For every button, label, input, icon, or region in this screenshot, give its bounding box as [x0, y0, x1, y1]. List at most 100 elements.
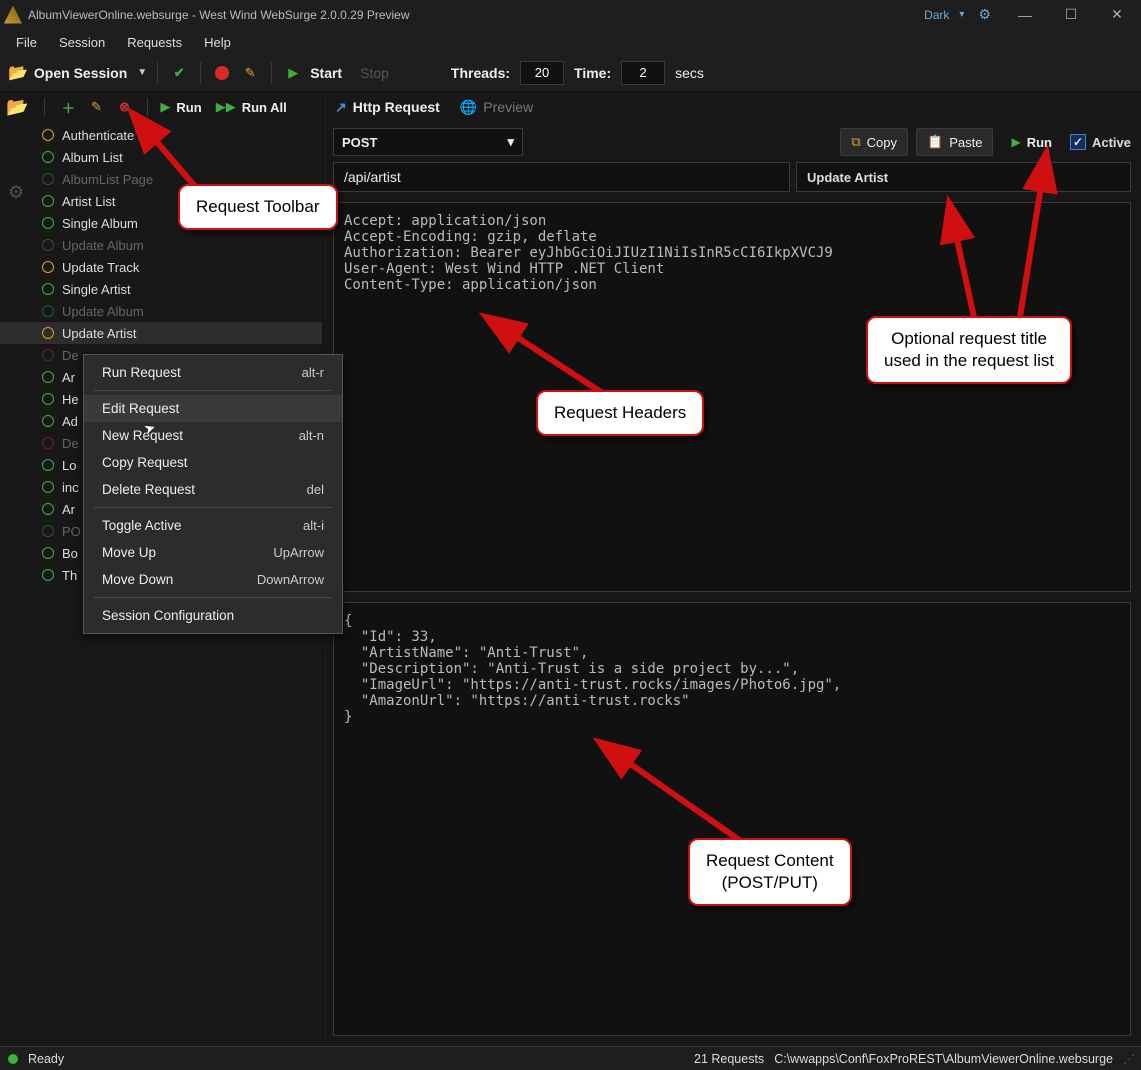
- menu-file[interactable]: File: [6, 33, 47, 52]
- context-menu-item[interactable]: Run Requestalt-r: [84, 359, 342, 386]
- sidebar-item-label: Ar: [62, 370, 75, 385]
- status-dot-icon: [42, 217, 54, 229]
- status-dot-icon: [42, 415, 54, 427]
- delete-request-icon[interactable]: ⊗: [113, 96, 135, 118]
- tab-http-request[interactable]: ↗ Http Request: [335, 99, 440, 116]
- sidebar-item-label: Single Artist: [62, 282, 131, 297]
- status-text: Ready: [28, 1052, 64, 1066]
- edit-request-icon[interactable]: ✎: [85, 96, 107, 118]
- annotation-arrow: [1010, 172, 1090, 325]
- sidebar-item-label: Update Artist: [62, 326, 136, 341]
- chevron-down-icon[interactable]: ▼: [137, 67, 147, 78]
- tab-preview[interactable]: 🌐 Preview: [460, 99, 533, 116]
- request-url-input[interactable]: /api/artist: [333, 162, 790, 192]
- menu-session[interactable]: Session: [49, 33, 115, 52]
- menu-item-label: Move Up: [102, 545, 156, 560]
- context-menu-item[interactable]: Session Configuration: [84, 602, 342, 629]
- maximize-button[interactable]: ☐: [1051, 6, 1091, 23]
- sidebar-item-label: Artist List: [62, 194, 115, 209]
- menu-item-shortcut: UpArrow: [273, 545, 324, 560]
- settings-gear-icon[interactable]: ⚙: [8, 182, 24, 203]
- theme-selector[interactable]: Dark: [924, 8, 949, 22]
- copy-icon: ⧉: [851, 134, 860, 150]
- callout-request-toolbar: Request Toolbar: [178, 184, 338, 230]
- folder-icon[interactable]: 📂: [6, 97, 28, 118]
- time-input[interactable]: [621, 61, 665, 85]
- paste-icon: 📋: [927, 134, 943, 150]
- button-label: Paste: [949, 135, 982, 150]
- active-checkbox[interactable]: ✓ Active: [1070, 134, 1131, 150]
- play-icon[interactable]: ▶: [282, 62, 304, 84]
- sidebar-item-label: Ar: [62, 502, 75, 517]
- threads-input[interactable]: [520, 61, 564, 85]
- titlebar: AlbumViewerOnline.websurge - West Wind W…: [0, 0, 1141, 30]
- run-request-button[interactable]: ▶ Run: [1001, 128, 1062, 156]
- menu-item-shortcut: del: [307, 482, 324, 497]
- check-icon[interactable]: ✔: [168, 62, 190, 84]
- status-dot-icon: [42, 503, 54, 515]
- status-dot-icon: [42, 371, 54, 383]
- menu-item-shortcut: alt-i: [303, 518, 324, 533]
- resize-grip-icon[interactable]: ⋰: [1123, 1052, 1133, 1066]
- play-icon: ▶: [1011, 135, 1020, 149]
- menu-item-label: Edit Request: [102, 401, 179, 416]
- checkbox-label: Active: [1092, 135, 1131, 150]
- method-value: POST: [342, 135, 377, 150]
- sidebar-item[interactable]: Update Artist: [0, 322, 322, 344]
- folder-open-icon[interactable]: 📂: [8, 63, 28, 83]
- sidebar-item-label: Bo: [62, 546, 78, 561]
- sidebar-item-label: Update Album: [62, 238, 144, 253]
- status-dot-icon: [42, 151, 54, 163]
- context-menu-item[interactable]: New Requestalt-n: [84, 422, 342, 449]
- status-dot-icon: [42, 525, 54, 537]
- run-button[interactable]: Run: [176, 100, 201, 115]
- sidebar-item-label: Ad: [62, 414, 78, 429]
- chevron-down-icon: ▾: [507, 134, 514, 150]
- context-menu-item[interactable]: Toggle Activealt-i: [84, 512, 342, 539]
- status-dot-icon: [42, 129, 54, 141]
- start-button[interactable]: Start: [310, 65, 342, 81]
- time-label: Time:: [574, 65, 611, 81]
- request-toolbar: 📂 ＋ ✎ ⊗ ▶ Run ▶▶ Run All: [0, 92, 322, 122]
- gear-icon[interactable]: ⚙: [978, 6, 991, 23]
- context-menu-item[interactable]: Move DownDownArrow: [84, 566, 342, 593]
- sidebar-item-label: Authenticate: [62, 128, 134, 143]
- run-all-icon[interactable]: ▶▶: [216, 99, 236, 115]
- context-menu-item[interactable]: Copy Request: [84, 449, 342, 476]
- edit-icon[interactable]: ✎: [239, 62, 261, 84]
- menu-item-shortcut: DownArrow: [257, 572, 324, 587]
- menu-help[interactable]: Help: [194, 33, 241, 52]
- add-request-icon[interactable]: ＋: [57, 96, 79, 118]
- minimize-button[interactable]: —: [1005, 7, 1045, 23]
- url-value: /api/artist: [344, 169, 401, 185]
- status-dot-icon: [42, 327, 54, 339]
- context-menu-item[interactable]: Move Up UpArrow: [84, 539, 342, 566]
- menu-requests[interactable]: Requests: [117, 33, 192, 52]
- status-dot-icon: [42, 547, 54, 559]
- sidebar-item-label: Update Track: [62, 260, 139, 275]
- status-dot-icon: [42, 393, 54, 405]
- open-session-button[interactable]: Open Session: [34, 65, 127, 81]
- play-icon[interactable]: ▶: [160, 99, 170, 115]
- http-method-select[interactable]: POST ▾: [333, 128, 523, 156]
- context-menu-item[interactable]: Delete Requestdel: [84, 476, 342, 503]
- callout-request-headers: Request Headers: [536, 390, 704, 436]
- context-menu-item[interactable]: Edit Request: [84, 395, 342, 422]
- paste-button[interactable]: 📋 Paste: [916, 128, 993, 156]
- sidebar-item-label: De: [62, 436, 79, 451]
- sidebar-item[interactable]: Update Track: [0, 256, 322, 278]
- status-dot-icon: [42, 569, 54, 581]
- globe-icon: 🌐: [460, 99, 477, 116]
- copy-button[interactable]: ⧉ Copy: [840, 128, 908, 156]
- status-dot-icon: [42, 195, 54, 207]
- run-all-button[interactable]: Run All: [242, 100, 287, 115]
- status-dot-icon: [42, 283, 54, 295]
- sidebar-item[interactable]: Update Album: [0, 300, 322, 322]
- record-icon[interactable]: [215, 66, 229, 80]
- close-button[interactable]: ✕: [1097, 6, 1137, 23]
- status-dot-icon: [42, 305, 54, 317]
- sidebar-item[interactable]: Update Album: [0, 234, 322, 256]
- sidebar-item[interactable]: Single Artist: [0, 278, 322, 300]
- chevron-down-icon[interactable]: ▾: [959, 9, 964, 20]
- menubar: File Session Requests Help: [0, 30, 1141, 54]
